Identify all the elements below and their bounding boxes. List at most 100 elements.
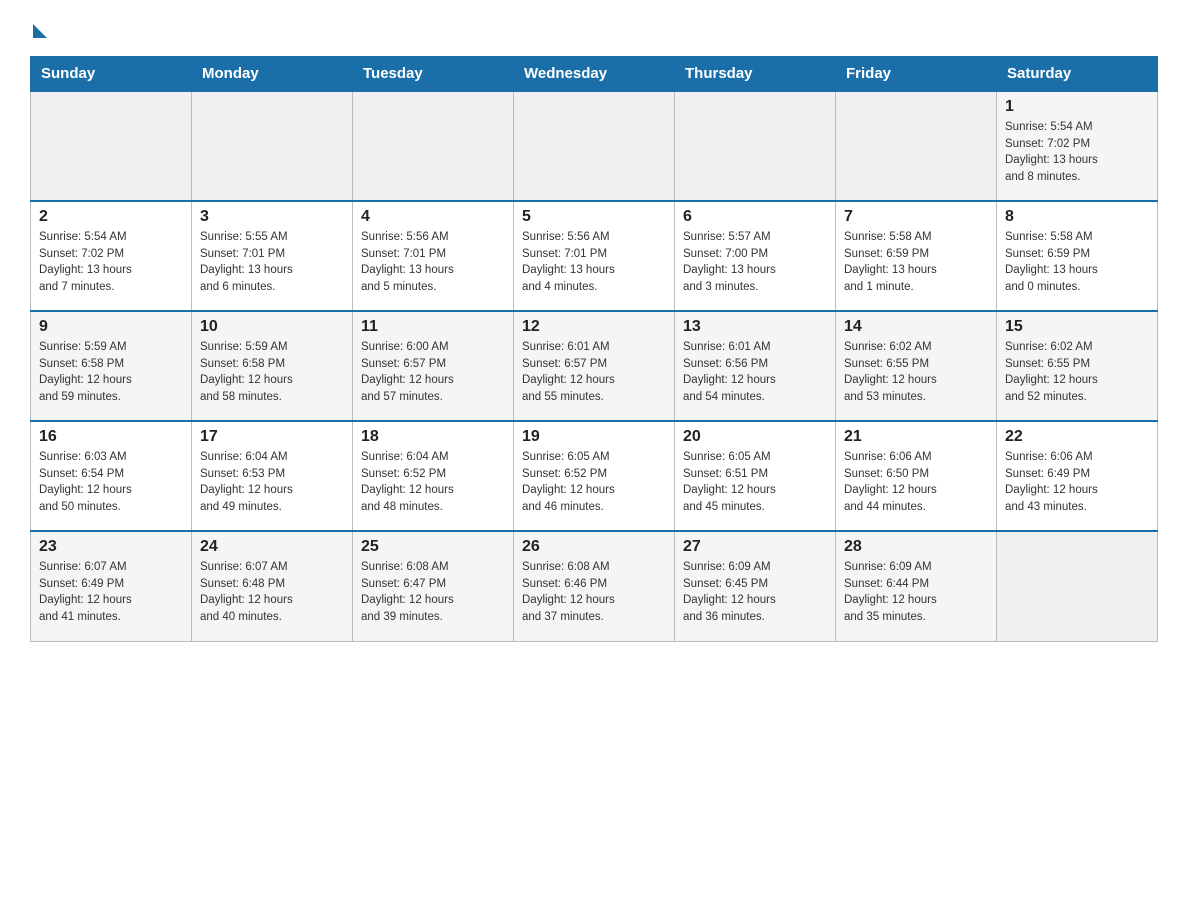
calendar-cell: 2 Sunrise: 5:54 AM Sunset: 7:02 PM Daylig… [31, 201, 192, 311]
calendar-cell: 21 Sunrise: 6:06 AM Sunset: 6:50 PM Dayli… [836, 421, 997, 531]
day-info: Sunrise: 6:08 AM Sunset: 6:47 PM Dayligh… [361, 559, 505, 626]
day-info: Sunrise: 6:02 AM Sunset: 6:55 PM Dayligh… [1005, 339, 1149, 406]
calendar-cell: 25 Sunrise: 6:08 AM Sunset: 6:47 PM Dayli… [353, 531, 514, 641]
day-info: Sunrise: 6:09 AM Sunset: 6:45 PM Dayligh… [683, 559, 827, 626]
weekday-header-monday: Monday [192, 57, 353, 92]
day-number: 21 [844, 428, 988, 446]
weekday-header-thursday: Thursday [675, 57, 836, 92]
calendar-cell: 1 Sunrise: 5:54 AM Sunset: 7:02 PM Daylig… [997, 91, 1158, 201]
calendar-cell: 16 Sunrise: 6:03 AM Sunset: 6:54 PM Dayli… [31, 421, 192, 531]
calendar-cell: 28Sunrise: 6:09 AM Sunset: 6:44 PM Dayli… [836, 531, 997, 641]
calendar-cell: 19 Sunrise: 6:05 AM Sunset: 6:52 PM Dayli… [514, 421, 675, 531]
day-number: 5 [522, 208, 666, 226]
day-info: Sunrise: 6:05 AM Sunset: 6:51 PM Dayligh… [683, 449, 827, 516]
day-number: 4 [361, 208, 505, 226]
day-info: Sunrise: 6:06 AM Sunset: 6:49 PM Dayligh… [1005, 449, 1149, 516]
day-number: 3 [200, 208, 344, 226]
calendar-cell: 27 Sunrise: 6:09 AM Sunset: 6:45 PM Dayli… [675, 531, 836, 641]
calendar-week-row: 23 Sunrise: 6:07 AM Sunset: 6:49 PM Dayli… [31, 531, 1158, 641]
day-number: 16 [39, 428, 183, 446]
day-info: Sunrise: 5:58 AM Sunset: 6:59 PM Dayligh… [1005, 229, 1149, 296]
calendar-cell: 4Sunrise: 5:56 AM Sunset: 7:01 PM Daylig… [353, 201, 514, 311]
calendar-cell: 23 Sunrise: 6:07 AM Sunset: 6:49 PM Dayli… [31, 531, 192, 641]
calendar-cell: 7 Sunrise: 5:58 AM Sunset: 6:59 PM Daylig… [836, 201, 997, 311]
day-info: Sunrise: 5:59 AM Sunset: 6:58 PM Dayligh… [200, 339, 344, 406]
weekday-header-tuesday: Tuesday [353, 57, 514, 92]
day-number: 11 [361, 318, 505, 336]
day-number: 19 [522, 428, 666, 446]
day-info: Sunrise: 6:02 AM Sunset: 6:55 PM Dayligh… [844, 339, 988, 406]
day-number: 15 [1005, 318, 1149, 336]
day-info: Sunrise: 6:00 AM Sunset: 6:57 PM Dayligh… [361, 339, 505, 406]
day-info: Sunrise: 5:58 AM Sunset: 6:59 PM Dayligh… [844, 229, 988, 296]
calendar-cell: 3 Sunrise: 5:55 AM Sunset: 7:01 PM Daylig… [192, 201, 353, 311]
day-info: Sunrise: 6:04 AM Sunset: 6:53 PM Dayligh… [200, 449, 344, 516]
calendar-cell: 5Sunrise: 5:56 AM Sunset: 7:01 PM Daylig… [514, 201, 675, 311]
day-number: 17 [200, 428, 344, 446]
calendar-cell: 18 Sunrise: 6:04 AM Sunset: 6:52 PM Dayli… [353, 421, 514, 531]
calendar-table: SundayMondayTuesdayWednesdayThursdayFrid… [30, 56, 1158, 642]
day-info: Sunrise: 6:04 AM Sunset: 6:52 PM Dayligh… [361, 449, 505, 516]
day-info: Sunrise: 6:01 AM Sunset: 6:56 PM Dayligh… [683, 339, 827, 406]
calendar-week-row: 1 Sunrise: 5:54 AM Sunset: 7:02 PM Daylig… [31, 91, 1158, 201]
day-number: 25 [361, 538, 505, 556]
logo [30, 20, 47, 36]
calendar-cell: 20 Sunrise: 6:05 AM Sunset: 6:51 PM Dayli… [675, 421, 836, 531]
weekday-header-row: SundayMondayTuesdayWednesdayThursdayFrid… [31, 57, 1158, 92]
logo-arrow-icon [33, 24, 47, 38]
day-info: Sunrise: 5:54 AM Sunset: 7:02 PM Dayligh… [39, 229, 183, 296]
day-number: 6 [683, 208, 827, 226]
calendar-cell: 26 Sunrise: 6:08 AM Sunset: 6:46 PM Dayli… [514, 531, 675, 641]
day-number: 22 [1005, 428, 1149, 446]
day-number: 20 [683, 428, 827, 446]
calendar-cell: 6 Sunrise: 5:57 AM Sunset: 7:00 PM Daylig… [675, 201, 836, 311]
calendar-cell: 8 Sunrise: 5:58 AM Sunset: 6:59 PM Daylig… [997, 201, 1158, 311]
day-info: Sunrise: 6:07 AM Sunset: 6:48 PM Dayligh… [200, 559, 344, 626]
calendar-cell [31, 91, 192, 201]
day-info: Sunrise: 6:03 AM Sunset: 6:54 PM Dayligh… [39, 449, 183, 516]
calendar-cell: 13Sunrise: 6:01 AM Sunset: 6:56 PM Dayli… [675, 311, 836, 421]
page-header [30, 20, 1158, 36]
calendar-cell: 15 Sunrise: 6:02 AM Sunset: 6:55 PM Dayli… [997, 311, 1158, 421]
weekday-header-saturday: Saturday [997, 57, 1158, 92]
calendar-cell [836, 91, 997, 201]
calendar-cell [997, 531, 1158, 641]
weekday-header-wednesday: Wednesday [514, 57, 675, 92]
day-info: Sunrise: 5:59 AM Sunset: 6:58 PM Dayligh… [39, 339, 183, 406]
calendar-cell [353, 91, 514, 201]
day-number: 2 [39, 208, 183, 226]
day-info: Sunrise: 6:07 AM Sunset: 6:49 PM Dayligh… [39, 559, 183, 626]
day-number: 14 [844, 318, 988, 336]
day-number: 26 [522, 538, 666, 556]
calendar-cell: 24Sunrise: 6:07 AM Sunset: 6:48 PM Dayli… [192, 531, 353, 641]
calendar-week-row: 16 Sunrise: 6:03 AM Sunset: 6:54 PM Dayli… [31, 421, 1158, 531]
weekday-header-friday: Friday [836, 57, 997, 92]
day-number: 28 [844, 538, 988, 556]
day-info: Sunrise: 6:01 AM Sunset: 6:57 PM Dayligh… [522, 339, 666, 406]
calendar-cell: 22 Sunrise: 6:06 AM Sunset: 6:49 PM Dayli… [997, 421, 1158, 531]
day-info: Sunrise: 5:54 AM Sunset: 7:02 PM Dayligh… [1005, 119, 1149, 186]
calendar-week-row: 2 Sunrise: 5:54 AM Sunset: 7:02 PM Daylig… [31, 201, 1158, 311]
day-number: 27 [683, 538, 827, 556]
calendar-cell: 10Sunrise: 5:59 AM Sunset: 6:58 PM Dayli… [192, 311, 353, 421]
calendar-cell: 11 Sunrise: 6:00 AM Sunset: 6:57 PM Dayli… [353, 311, 514, 421]
calendar-cell [192, 91, 353, 201]
day-number: 23 [39, 538, 183, 556]
calendar-week-row: 9 Sunrise: 5:59 AM Sunset: 6:58 PM Daylig… [31, 311, 1158, 421]
weekday-header-sunday: Sunday [31, 57, 192, 92]
day-info: Sunrise: 5:55 AM Sunset: 7:01 PM Dayligh… [200, 229, 344, 296]
calendar-cell: 17 Sunrise: 6:04 AM Sunset: 6:53 PM Dayli… [192, 421, 353, 531]
day-number: 9 [39, 318, 183, 336]
calendar-cell [514, 91, 675, 201]
day-number: 7 [844, 208, 988, 226]
day-number: 8 [1005, 208, 1149, 226]
day-number: 1 [1005, 98, 1149, 116]
day-number: 18 [361, 428, 505, 446]
calendar-cell [675, 91, 836, 201]
day-info: Sunrise: 6:08 AM Sunset: 6:46 PM Dayligh… [522, 559, 666, 626]
day-info: Sunrise: 6:06 AM Sunset: 6:50 PM Dayligh… [844, 449, 988, 516]
day-number: 12 [522, 318, 666, 336]
day-info: Sunrise: 5:57 AM Sunset: 7:00 PM Dayligh… [683, 229, 827, 296]
calendar-cell: 9 Sunrise: 5:59 AM Sunset: 6:58 PM Daylig… [31, 311, 192, 421]
day-info: Sunrise: 6:05 AM Sunset: 6:52 PM Dayligh… [522, 449, 666, 516]
